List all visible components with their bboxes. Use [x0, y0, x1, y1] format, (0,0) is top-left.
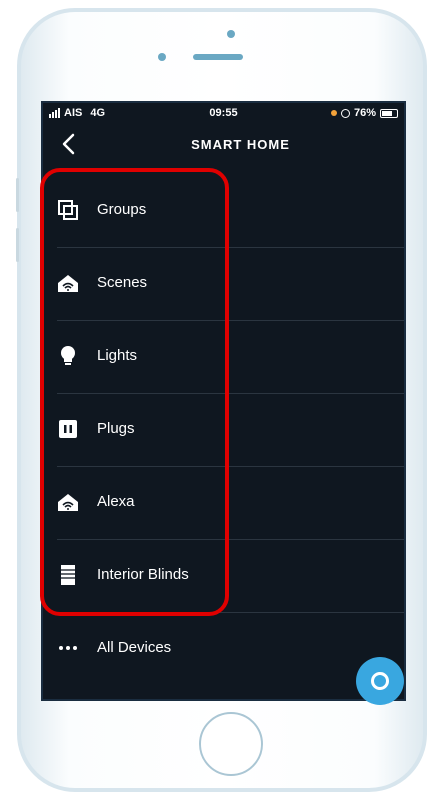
menu-item-label: Interior Blinds — [97, 566, 189, 583]
home-button[interactable] — [199, 712, 263, 776]
phone-screen: AIS 4G 09:55 76% SMART HOME Groups Scene… — [41, 101, 406, 701]
scenes-icon — [57, 272, 79, 294]
menu-item-lights[interactable]: Lights — [57, 321, 404, 394]
more-dots-icon — [57, 637, 79, 659]
menu-item-groups[interactable]: Groups — [57, 175, 404, 248]
menu-item-label: Scenes — [97, 274, 148, 291]
phone-side-button — [16, 178, 19, 212]
menu-item-plugs[interactable]: Plugs — [57, 394, 404, 467]
menu-item-interior-blinds[interactable]: Interior Blinds — [57, 540, 404, 613]
alexa-home-icon — [57, 491, 79, 513]
nav-bar: SMART HOME — [43, 129, 404, 159]
menu-item-label: Groups — [97, 201, 147, 218]
menu-item-label: Alexa — [97, 493, 135, 510]
lightbulb-icon — [57, 345, 79, 367]
phone-side-button — [16, 228, 19, 262]
activity-dot-icon — [330, 110, 337, 116]
phone-camera — [158, 53, 166, 61]
menu-item-scenes[interactable]: Scenes — [57, 248, 404, 321]
alexa-voice-button[interactable] — [356, 657, 404, 705]
blinds-icon — [57, 564, 79, 586]
page-title: SMART HOME — [191, 137, 290, 152]
phone-top-dot — [227, 30, 235, 38]
status-bar: AIS 4G 09:55 76% — [43, 103, 404, 125]
phone-speaker — [193, 54, 243, 60]
menu-item-all-devices[interactable]: All Devices — [57, 613, 404, 685]
menu-item-alexa[interactable]: Alexa — [57, 467, 404, 540]
menu-item-label: All Devices — [97, 639, 172, 656]
battery-percent: 76% — [353, 107, 376, 119]
battery-icon — [380, 108, 398, 118]
menu-item-label: Plugs — [97, 420, 135, 437]
groups-icon — [57, 199, 79, 221]
smart-home-menu: Groups Scenes Lights Plugs Alexa Interio… — [57, 175, 404, 685]
location-icon — [340, 108, 350, 118]
menu-item-label: Lights — [97, 347, 138, 364]
plug-icon — [57, 418, 79, 440]
alexa-ring-icon — [371, 672, 389, 690]
